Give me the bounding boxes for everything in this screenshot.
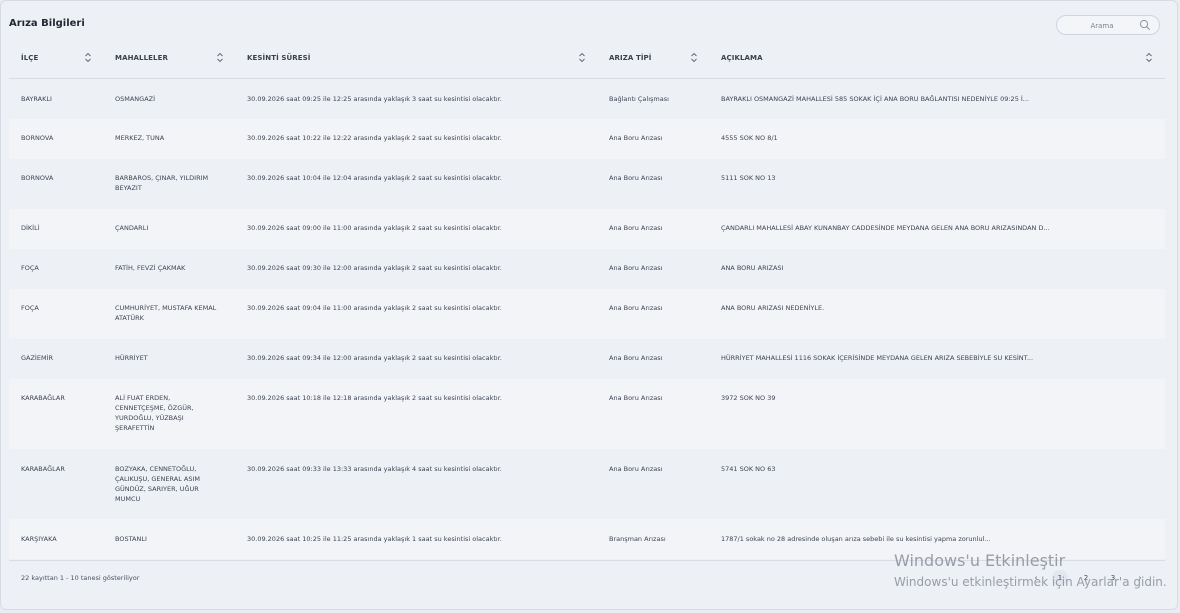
cell-mahalleler: ÇANDARLI [115, 224, 149, 232]
cell-aciklama: HÜRRİYET MAHALLESİ 1116 SOKAK İÇERİSİNDE… [721, 354, 1034, 362]
cell-kesinti-suresi: 30.09.2026 saat 10:22 ile 12:22 arasında… [247, 134, 502, 142]
cell-kesinti-suresi: 30.09.2026 saat 09:00 ile 11:00 arasında… [247, 224, 502, 232]
cell-aciklama: ÇANDARLI MAHALLESİ ABAY KUNANBAY CADDESİ… [721, 224, 1050, 232]
table-row[interactable]: KARABAĞLAR ALİ FUAT ERDEN, CENNETÇEŞME, … [9, 379, 1165, 449]
table-row[interactable]: BAYRAKLI OSMANGAZİ 30.09.2026 saat 09:25… [9, 79, 1165, 119]
cell-aciklama: BAYRAKLI OSMANGAZİ MAHALLESİ 585 SOKAK İ… [721, 95, 1030, 103]
cell-ilce: KARŞIYAKA [21, 535, 57, 543]
cell-ariza-tipi: Branşman Arızası [609, 535, 666, 543]
cell-ariza-tipi: Ana Boru Arızası [609, 264, 663, 272]
cell-ilce: BORNOVA [21, 134, 54, 142]
cell-kesinti-suresi: 30.09.2026 saat 10:18 ile 12:18 arasında… [247, 394, 502, 402]
watermark-title: Windows'u Etkinleştir [894, 551, 1066, 570]
cell-kesinti-suresi: 30.09.2026 saat 09:34 ile 12:00 arasında… [247, 354, 502, 362]
column-header-ariza-tipi[interactable]: ARIZA TİPİ [609, 47, 651, 69]
sort-icon[interactable] [1145, 52, 1153, 63]
column-header-kesinti-suresi[interactable]: KESİNTİ SÜRESİ [247, 47, 310, 69]
column-header-aciklama[interactable]: AÇIKLAMA [721, 47, 763, 69]
cell-aciklama: ANA BORU ARIZASI NEDENİYLE. [721, 304, 825, 312]
table-row[interactable]: FOÇA FATİH, FEVZİ ÇAKMAK 30.09.2026 saat… [9, 249, 1165, 289]
table-row[interactable]: DİKİLİ ÇANDARLI 30.09.2026 saat 09:00 il… [9, 209, 1165, 249]
sort-icon[interactable] [690, 52, 698, 63]
table-row[interactable]: GAZİEMİR HÜRRİYET 30.09.2026 saat 09:34 … [9, 339, 1165, 379]
cell-ilce: GAZİEMİR [21, 354, 54, 362]
search-icon[interactable] [1139, 19, 1151, 31]
cell-mahalleler: ALİ FUAT ERDEN, CENNETÇEŞME, ÖZGÜR, YURD… [115, 394, 194, 432]
sort-icon[interactable] [84, 52, 92, 63]
cell-ariza-tipi: Bağlantı Çalışması [609, 95, 669, 103]
cell-ilce: DİKİLİ [21, 224, 40, 232]
cell-aciklama: 5111 SOK NO 13 [721, 174, 776, 182]
search-input[interactable] [1065, 18, 1139, 34]
windows-activation-watermark: Windows'u Etkinleştir Windows'u etkinleş… [894, 551, 1167, 590]
cell-ariza-tipi: Ana Boru Arızası [609, 354, 663, 362]
cell-ilce: KARABAĞLAR [21, 394, 65, 402]
fault-info-card: Arıza Bilgileri İLÇE MAHALLELER KESİNTİ … [0, 0, 1178, 610]
cell-aciklama: 1787/1 sokak no 28 adresinde oluşan arız… [721, 535, 991, 543]
cell-kesinti-suresi: 30.09.2026 saat 09:30 ile 12:00 arasında… [247, 264, 502, 272]
cell-kesinti-suresi: 30.09.2026 saat 09:04 ile 11:00 arasında… [247, 304, 502, 312]
cell-ariza-tipi: Ana Boru Arızası [609, 224, 663, 232]
column-header-mahalleler[interactable]: MAHALLELER [115, 47, 168, 69]
cell-ilce: BAYRAKLI [21, 95, 52, 103]
cell-aciklama: 4555 SOK NO 8/1 [721, 134, 778, 142]
cell-kesinti-suresi: 30.09.2026 saat 09:33 ile 13:33 arasında… [247, 465, 502, 473]
watermark-subtitle: Windows'u etkinleştirmek için Ayarlar'a … [894, 575, 1167, 589]
cell-aciklama: ANA BORU ARIZASI [721, 264, 784, 272]
cell-mahalleler: BARBAROS, ÇINAR, YILDIRIM BEYAZIT [115, 174, 209, 192]
cell-mahalleler: OSMANGAZİ [115, 95, 156, 103]
cell-mahalleler: BOZYAKA, CENNETOĞLU, ÇALIKUŞU, GENERAL A… [115, 465, 200, 503]
table-row[interactable]: KARABAĞLAR BOZYAKA, CENNETOĞLU, ÇALIKUŞU… [9, 449, 1165, 519]
cell-mahalleler: MERKEZ, TUNA [115, 134, 165, 142]
table-row[interactable]: FOÇA CUMHURİYET, MUSTAFA KEMAL ATATÜRK 3… [9, 289, 1165, 339]
record-count-info: 22 kayıttan 1 - 10 tanesi gösteriliyor [21, 574, 140, 582]
cell-mahalleler: HÜRRİYET [115, 354, 148, 362]
cell-ariza-tipi: Ana Boru Arızası [609, 394, 663, 402]
cell-ariza-tipi: Ana Boru Arızası [609, 465, 663, 473]
cell-ilce: FOÇA [21, 304, 39, 312]
table-row[interactable]: BORNOVA BARBAROS, ÇINAR, YILDIRIM BEYAZI… [9, 159, 1165, 209]
sort-icon[interactable] [216, 52, 224, 63]
cell-aciklama: 5741 SOK NO 63 [721, 465, 776, 473]
table-row[interactable]: BORNOVA MERKEZ, TUNA 30.09.2026 saat 10:… [9, 119, 1165, 159]
cell-aciklama: 3972 SOK NO 39 [721, 394, 776, 402]
cell-mahalleler: BOSTANLI [115, 535, 147, 543]
cell-mahalleler: CUMHURİYET, MUSTAFA KEMAL ATATÜRK [115, 304, 217, 322]
column-header-ilce[interactable]: İLÇE [21, 47, 38, 69]
cell-kesinti-suresi: 30.09.2026 saat 09:25 ile 12:25 arasında… [247, 95, 502, 103]
cell-mahalleler: FATİH, FEVZİ ÇAKMAK [115, 264, 186, 272]
table-header: İLÇE MAHALLELER KESİNTİ SÜRESİ ARIZA TİP… [1, 47, 1166, 69]
search-box[interactable] [1056, 15, 1160, 35]
cell-ilce: FOÇA [21, 264, 39, 272]
cell-ariza-tipi: Ana Boru Arızası [609, 134, 663, 142]
cell-ilce: BORNOVA [21, 174, 54, 182]
cell-kesinti-suresi: 30.09.2026 saat 10:25 ile 11:25 arasında… [247, 535, 502, 543]
cell-kesinti-suresi: 30.09.2026 saat 10:04 ile 12:04 arasında… [247, 174, 502, 182]
cell-ariza-tipi: Ana Boru Arızası [609, 174, 663, 182]
cell-ilce: KARABAĞLAR [21, 465, 65, 473]
sort-icon[interactable] [578, 52, 586, 63]
cell-ariza-tipi: Ana Boru Arızası [609, 304, 663, 312]
page-title: Arıza Bilgileri [9, 18, 85, 29]
